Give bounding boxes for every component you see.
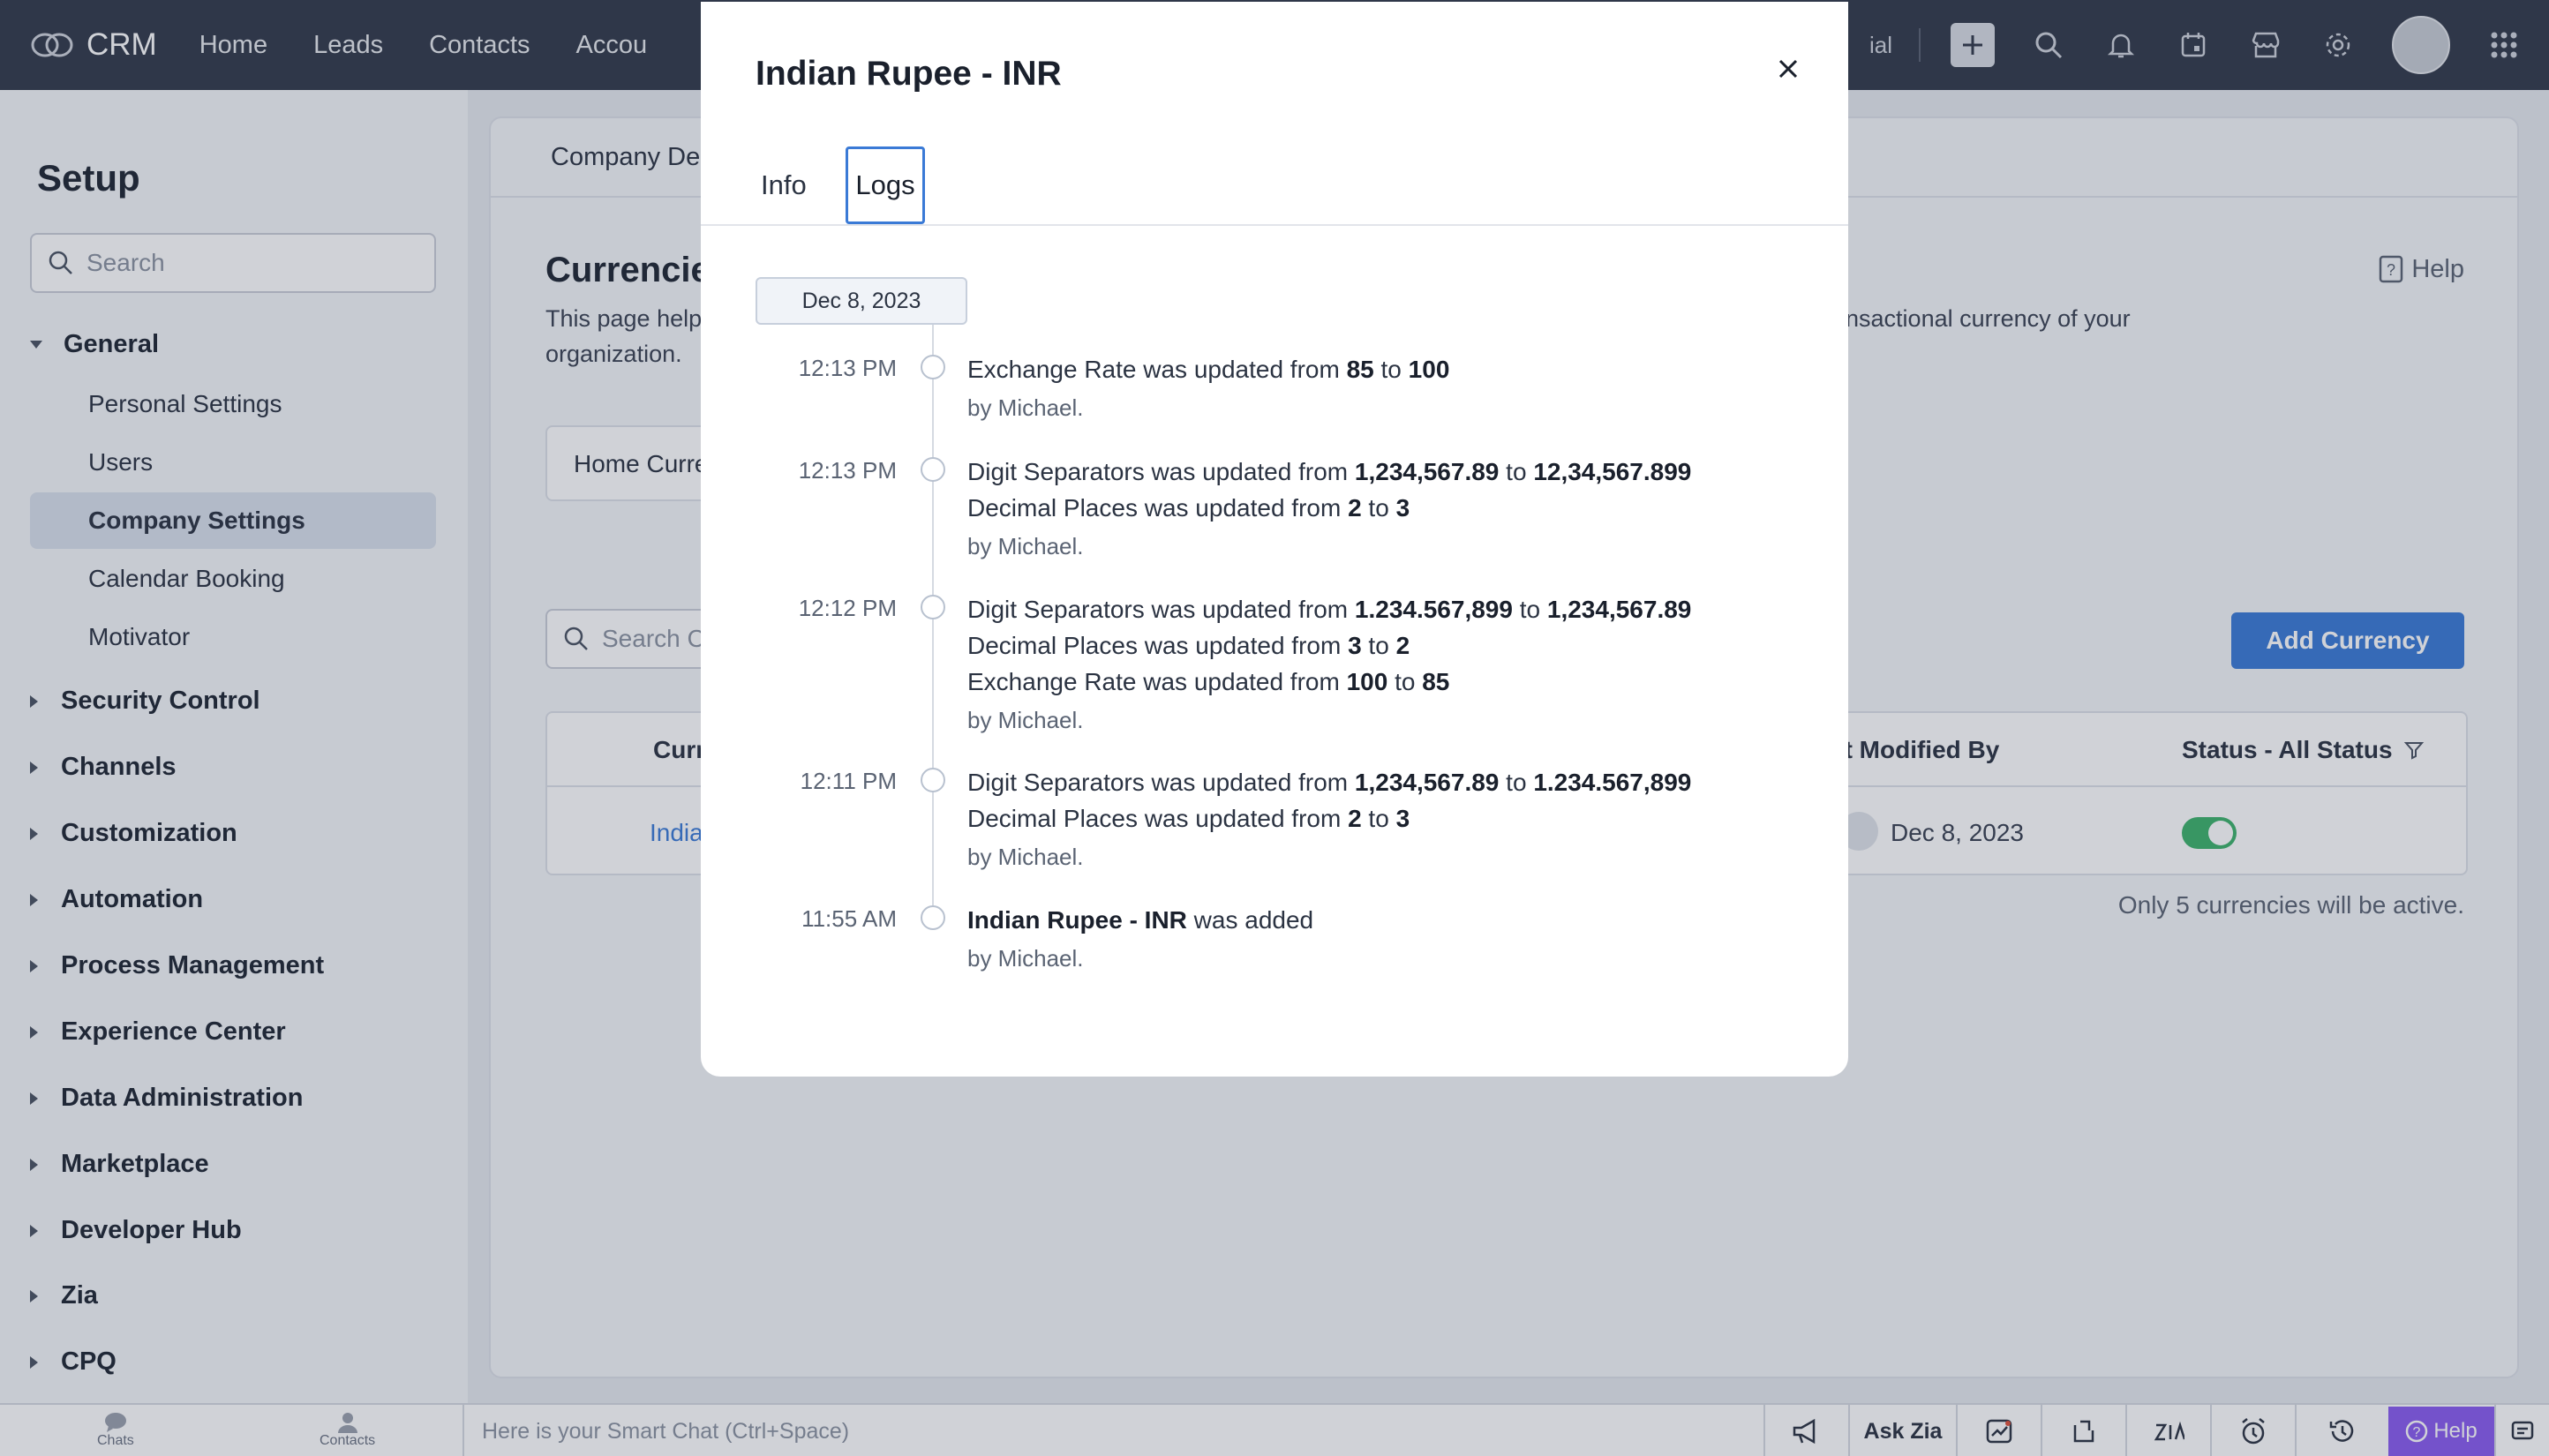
timeline-dot [921, 457, 945, 482]
log-change-line: Digit Separators was updated from 1,234,… [967, 454, 1691, 490]
log-new-value: 100 [1408, 356, 1450, 383]
modal-tabs: Info Logs [701, 146, 1848, 226]
timeline-dot [921, 768, 945, 792]
log-change-line: Exchange Rate was updated from 85 to 100 [967, 351, 1449, 387]
log-new-value: 3 [1395, 805, 1410, 832]
log-field-text: Decimal Places was updated from [967, 632, 1349, 659]
log-old-value: 1,234,567.89 [1354, 769, 1500, 796]
log-author: by Michael. [967, 394, 1084, 421]
log-field-text: Digit Separators was updated from [967, 596, 1355, 623]
log-new-value: 12,34,567.899 [1533, 458, 1692, 485]
close-icon [1778, 59, 1798, 79]
log-change-line: Decimal Places was updated from 2 to 3 [967, 800, 1691, 837]
log-author: by Michael. [967, 945, 1084, 972]
log-connector-text: was added [1186, 906, 1314, 934]
log-old-value: 3 [1348, 632, 1362, 659]
log-change-line: Indian Rupee - INR was added [967, 902, 1313, 938]
timeline-dot [921, 905, 945, 930]
log-field-text: Decimal Places was updated from [967, 494, 1349, 522]
log-field-text: Decimal Places was updated from [967, 805, 1349, 832]
log-change-line: Digit Separators was updated from 1.234.… [967, 591, 1691, 627]
log-author: by Michael. [967, 533, 1084, 559]
log-new-value: 1,234,567.89 [1546, 596, 1692, 623]
log-old-value: 2 [1348, 805, 1362, 832]
log-time: 12:12 PM [798, 595, 897, 621]
log-old-value: 2 [1348, 494, 1362, 522]
log-connector-text: to [1499, 769, 1534, 796]
log-field-text: Exchange Rate was updated from [967, 356, 1347, 383]
log-connector-text: to [1512, 596, 1547, 623]
log-connector-text: to [1499, 458, 1534, 485]
log-author: by Michael. [967, 844, 1084, 870]
log-new-value: 85 [1422, 668, 1450, 695]
log-old-value: Indian Rupee - INR [967, 906, 1187, 934]
log-change-line: Decimal Places was updated from 3 to 2 [967, 627, 1691, 664]
modal-title: Indian Rupee - INR [756, 55, 1062, 93]
timeline-line [932, 325, 934, 919]
log-change-line: Digit Separators was updated from 1,234,… [967, 764, 1691, 800]
log-connector-text: to [1373, 356, 1409, 383]
log-connector-text: to [1361, 632, 1396, 659]
log-new-value: 3 [1395, 494, 1410, 522]
tab-logs[interactable]: Logs [846, 146, 925, 224]
log-new-value: 1.234.567,899 [1533, 769, 1692, 796]
log-field-text: Digit Separators was updated from [967, 458, 1355, 485]
log-old-value: 1,234,567.89 [1354, 458, 1500, 485]
log-date-chip: Dec 8, 2023 [756, 277, 967, 325]
log-field-text: Digit Separators was updated from [967, 769, 1355, 796]
log-time: 12:13 PM [798, 355, 897, 381]
log-old-value: 1.234.567,899 [1354, 596, 1513, 623]
log-connector-text: to [1361, 494, 1396, 522]
log-lines: Exchange Rate was updated from 85 to 100… [967, 351, 1449, 428]
log-lines: Digit Separators was updated from 1,234,… [967, 454, 1691, 567]
log-lines: Digit Separators was updated from 1,234,… [967, 764, 1691, 877]
log-lines: Digit Separators was updated from 1.234.… [967, 591, 1691, 740]
log-author: by Michael. [967, 707, 1084, 733]
log-change-line: Decimal Places was updated from 2 to 3 [967, 490, 1691, 526]
log-new-value: 2 [1395, 632, 1410, 659]
timeline-dot [921, 355, 945, 379]
log-connector-text: to [1387, 668, 1423, 695]
log-old-value: 85 [1346, 356, 1374, 383]
log-lines: Indian Rupee - INR was added by Michael. [967, 902, 1313, 979]
log-time: 12:11 PM [800, 768, 897, 794]
log-change-line: Exchange Rate was updated from 100 to 85 [967, 664, 1691, 700]
log-field-text: Exchange Rate was updated from [967, 668, 1347, 695]
log-time: 12:13 PM [798, 457, 897, 484]
log-time: 11:55 AM [801, 905, 897, 932]
currency-logs-modal: Indian Rupee - INR Info Logs Dec 8, 2023… [701, 2, 1848, 1077]
modal-close-button[interactable] [1771, 51, 1806, 86]
tab-info[interactable]: Info [761, 169, 807, 201]
log-connector-text: to [1361, 805, 1396, 832]
log-old-value: 100 [1346, 668, 1388, 695]
timeline-dot [921, 595, 945, 619]
